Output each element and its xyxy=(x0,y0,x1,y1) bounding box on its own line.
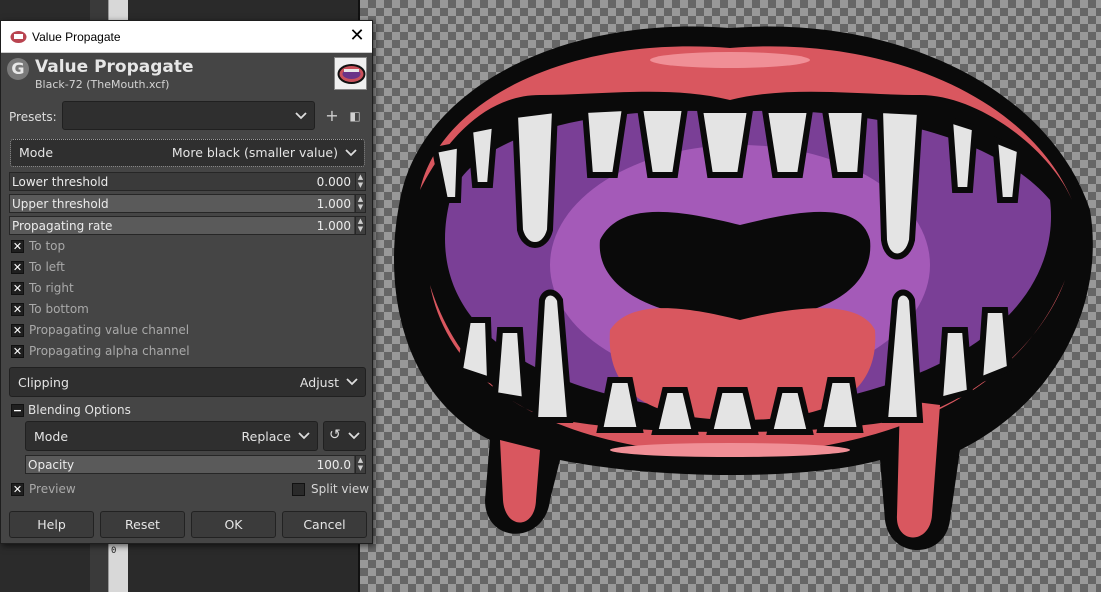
slider-value: 1.000 xyxy=(316,197,351,211)
slider-label: Lower threshold xyxy=(12,175,109,189)
chevron-down-icon xyxy=(298,432,310,440)
spin-arrows[interactable]: ▲ ▼ xyxy=(355,173,365,190)
filter-title: Value Propagate xyxy=(35,57,194,77)
alpha-channel-checkbox[interactable]: ✕ xyxy=(11,345,24,358)
to-bottom-label[interactable]: To bottom xyxy=(29,302,89,316)
value-propagate-dialog: Value Propagate ✕ G Value Propagate Blac… xyxy=(0,20,373,544)
blending-options-label[interactable]: Blending Options xyxy=(28,403,131,417)
split-view-checkbox[interactable] xyxy=(292,483,305,496)
lower-threshold-slider[interactable]: Lower threshold 0.000 ▲ ▼ xyxy=(9,172,366,191)
clipping-value: Adjust xyxy=(299,375,339,390)
slider-label: Upper threshold xyxy=(12,197,109,211)
preview-checkbox[interactable]: ✕ xyxy=(11,483,24,496)
to-left-label[interactable]: To left xyxy=(29,260,65,274)
split-view-label[interactable]: Split view xyxy=(311,482,369,496)
blend-mode-combo[interactable]: Mode Replace xyxy=(25,421,318,451)
mode-combo[interactable]: Mode More black (smaller value) xyxy=(10,139,365,167)
close-icon[interactable]: ✕ xyxy=(342,21,372,52)
mode-label: Mode xyxy=(19,145,54,160)
spin-arrows[interactable]: ▲ ▼ xyxy=(355,456,365,473)
gimp-workspace: 0 Value Propagate ✕ G Value Propagate Bl… xyxy=(0,0,1101,592)
opacity-label: Opacity xyxy=(28,458,75,472)
presets-label: Presets: xyxy=(9,110,57,124)
lip-highlight xyxy=(650,52,810,68)
upper-threshold-slider[interactable]: Upper threshold 1.000 ▲ ▼ xyxy=(9,194,366,213)
clipping-combo[interactable]: Clipping Adjust xyxy=(9,367,366,397)
blend-mode-label: Mode xyxy=(34,429,69,444)
alpha-channel-label[interactable]: Propagating alpha channel xyxy=(29,344,190,358)
drip-left xyxy=(500,440,540,523)
image-canvas[interactable] xyxy=(360,0,1101,592)
mode-value: More black (smaller value) xyxy=(171,145,338,160)
blend-mode-value: Replace xyxy=(241,429,291,444)
reset-icon: ↺ xyxy=(329,427,341,443)
collapse-icon[interactable]: − xyxy=(11,404,24,417)
lower-lip-highlight xyxy=(610,443,850,457)
dialog-titlebar[interactable]: Value Propagate ✕ xyxy=(1,21,372,53)
cancel-button[interactable]: Cancel xyxy=(282,511,367,538)
chevron-down-icon xyxy=(346,378,358,386)
slider-value: 1.000 xyxy=(316,219,351,233)
ok-button[interactable]: OK xyxy=(191,511,276,538)
gimp-logo-icon: G xyxy=(7,58,29,80)
to-top-label[interactable]: To top xyxy=(29,239,65,253)
add-preset-icon[interactable]: + xyxy=(322,106,342,126)
preset-menu-icon[interactable]: ◧ xyxy=(345,106,365,126)
to-right-checkbox[interactable]: ✕ xyxy=(11,282,24,295)
mouth-artwork xyxy=(394,26,1093,550)
chevron-down-icon xyxy=(295,112,307,120)
opacity-slider[interactable]: Opacity 100.0 ▲ ▼ xyxy=(25,455,366,474)
window-title: Value Propagate xyxy=(32,30,121,44)
to-left-checkbox[interactable]: ✕ xyxy=(11,261,24,274)
value-channel-label[interactable]: Propagating value channel xyxy=(29,323,189,337)
slider-value: 0.000 xyxy=(316,175,351,189)
value-channel-checkbox[interactable]: ✕ xyxy=(11,324,24,337)
propagating-rate-slider[interactable]: Propagating rate 1.000 ▲ ▼ xyxy=(9,216,366,235)
opacity-value: 100.0 xyxy=(316,458,351,472)
clipping-label: Clipping xyxy=(18,375,69,390)
gimp-app-icon xyxy=(10,31,27,43)
chevron-down-icon xyxy=(345,149,357,157)
slider-fill xyxy=(26,456,354,473)
reset-button[interactable]: Reset xyxy=(100,511,185,538)
to-bottom-checkbox[interactable]: ✕ xyxy=(11,303,24,316)
image-thumbnail xyxy=(334,57,367,90)
ruler-label: 0 xyxy=(111,546,117,556)
presets-combo[interactable] xyxy=(62,101,315,130)
to-right-label[interactable]: To right xyxy=(29,281,74,295)
slider-label: Propagating rate xyxy=(12,219,113,233)
help-button[interactable]: Help xyxy=(9,511,94,538)
preview-label[interactable]: Preview xyxy=(29,482,76,496)
to-top-checkbox[interactable]: ✕ xyxy=(11,240,24,253)
dialog-header: G Value Propagate Black-72 (TheMouth.xcf… xyxy=(1,54,372,98)
spin-arrows[interactable]: ▲ ▼ xyxy=(355,195,365,212)
spin-arrows[interactable]: ▲ ▼ xyxy=(355,217,365,234)
chevron-down-icon xyxy=(348,432,360,440)
image-name: Black-72 (TheMouth.xcf) xyxy=(35,78,170,91)
composite-mode-combo[interactable]: ↺ xyxy=(323,421,366,451)
